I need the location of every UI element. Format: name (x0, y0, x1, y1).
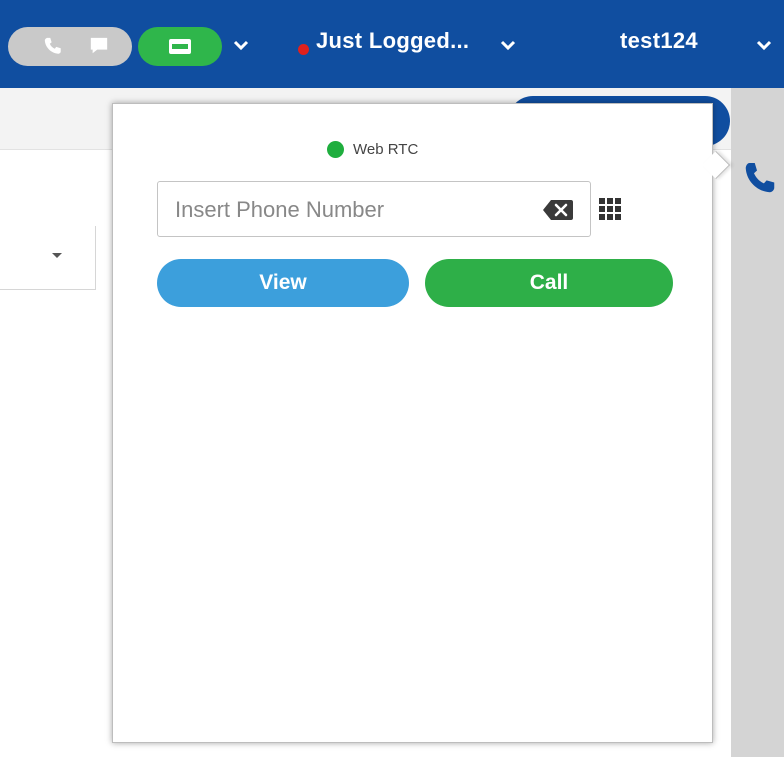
background-dropdown[interactable] (0, 226, 96, 290)
connection-type-label: Web RTC (353, 141, 419, 158)
channels-toggle[interactable] (8, 27, 132, 66)
side-phone-icon[interactable] (742, 160, 778, 196)
phone-number-input[interactable] (175, 195, 515, 225)
caret-down-icon (52, 253, 62, 258)
status-indicator (298, 44, 309, 55)
user-menu[interactable]: test124 (620, 28, 698, 54)
chevron-down-icon[interactable] (233, 39, 249, 51)
backspace-clear-icon[interactable] (542, 199, 574, 221)
call-button[interactable]: Call (425, 259, 673, 307)
view-button[interactable]: View (157, 259, 409, 307)
phone-number-field[interactable] (157, 181, 591, 237)
ticket-toggle[interactable] (138, 27, 222, 66)
connection-status-dot (327, 141, 344, 158)
phone-icon (44, 37, 61, 54)
chat-icon (90, 37, 108, 54)
user-chevron-icon[interactable] (756, 39, 772, 51)
status-chevron-icon[interactable] (500, 39, 516, 51)
status-dropdown[interactable]: Just Logged... (316, 28, 469, 54)
ticket-icon (169, 39, 191, 54)
top-navigation-bar: Just Logged... test124 (0, 0, 784, 88)
keypad-icon[interactable] (598, 197, 622, 221)
